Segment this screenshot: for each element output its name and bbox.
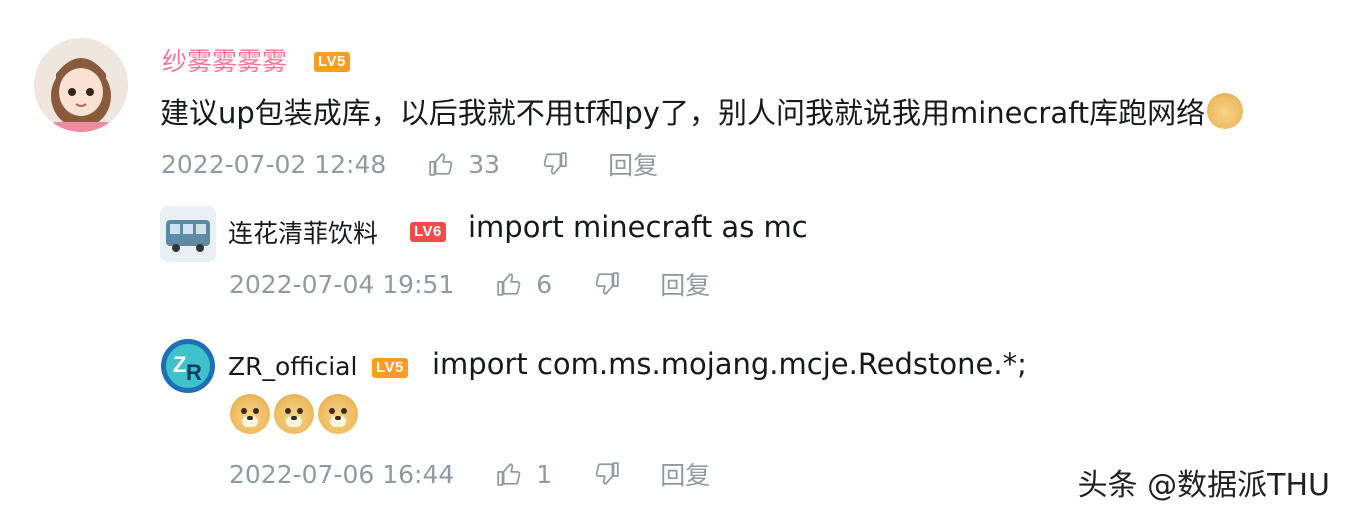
- watermark: 头条 @数据派THU: [1077, 468, 1330, 503]
- doge-emoji-icon: [274, 394, 314, 434]
- doge-emoji-icon: [318, 394, 358, 434]
- username[interactable]: 连花清菲饮料: [228, 214, 378, 250]
- svg-text:Z: Z: [173, 352, 186, 377]
- thumb-up-icon: [497, 463, 521, 486]
- thumb-down-icon: [595, 272, 619, 295]
- emoji-row: [230, 394, 358, 434]
- avatar[interactable]: [160, 206, 216, 262]
- dislike-button[interactable]: [594, 461, 620, 487]
- like-count: 1: [536, 459, 553, 489]
- like-count: 33: [468, 149, 501, 179]
- reply-button[interactable]: 回复: [660, 456, 710, 492]
- username[interactable]: ZR_official: [228, 352, 357, 381]
- level-badge: LV6: [410, 222, 446, 242]
- avatar[interactable]: Z R: [160, 338, 216, 394]
- username[interactable]: 纱雾雾雾雾: [162, 42, 287, 78]
- comment-text: 建议up包装成库，以后我就不用tf和py了，别人问我就说我用minecraft库…: [160, 90, 1244, 132]
- comment-meta: 2022-07-04 19:51 6 回复: [229, 266, 710, 302]
- thumb-down-icon: [595, 462, 619, 485]
- comment-meta: 2022-07-02 12:48 33 回复: [161, 146, 658, 182]
- thumb-up-icon: [497, 273, 521, 296]
- timestamp: 2022-07-06 16:44: [229, 459, 455, 489]
- thumb-up-icon: [429, 153, 453, 176]
- comment-meta: 2022-07-06 16:44 1 回复: [229, 456, 710, 492]
- comment-main: 纱雾雾雾雾 LV5 建议up包装成库，以后我就不用tf和py了，别人问我就说我用…: [0, 0, 1348, 200]
- avatar[interactable]: [34, 38, 128, 132]
- reply-button[interactable]: 回复: [660, 266, 710, 302]
- svg-text:R: R: [186, 360, 202, 385]
- doge-emoji-icon: [1207, 93, 1244, 129]
- thumb-down-icon: [543, 152, 567, 175]
- like-count: 6: [536, 269, 553, 299]
- comment-text-content: 建议up包装成库，以后我就不用tf和py了，别人问我就说我用minecraft库…: [160, 96, 1206, 130]
- comment-text: import minecraft as mc: [468, 210, 808, 244]
- timestamp: 2022-07-04 19:51: [229, 269, 455, 299]
- timestamp: 2022-07-02 12:48: [161, 149, 387, 179]
- reply-button[interactable]: 回复: [608, 146, 658, 182]
- comment-text: import com.ms.mojang.mcje.Redstone.*;: [432, 347, 1027, 381]
- like-button[interactable]: 1: [496, 460, 552, 489]
- dislike-button[interactable]: [542, 151, 568, 177]
- doge-emoji-icon: [230, 394, 270, 434]
- level-badge: LV5: [314, 52, 350, 72]
- dislike-button[interactable]: [594, 271, 620, 297]
- like-button[interactable]: 6: [496, 270, 552, 299]
- like-button[interactable]: 33: [428, 150, 500, 179]
- level-badge: LV5: [372, 358, 408, 378]
